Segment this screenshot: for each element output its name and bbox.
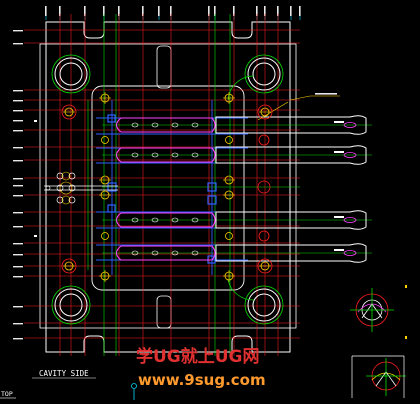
slide-rod-slits — [334, 121, 344, 251]
left-dimension-texts — [13, 30, 23, 340]
runner-cavities — [115, 117, 216, 261]
guide-pin-outer-rings — [51, 54, 284, 325]
guide-pin-icon[interactable] — [54, 57, 281, 322]
cad-drawing-canvas[interactable]: CAVITY SIDE TOP 学UG就上UG网 www.9sug.com — [0, 0, 420, 404]
slide-rods[interactable] — [215, 115, 367, 263]
bottom-marker — [131, 383, 137, 400]
top-label: TOP — [1, 390, 13, 398]
section-detail-corners — [405, 285, 407, 339]
left-bolt-cluster-accents — [59, 171, 73, 205]
runner-gates — [131, 122, 199, 256]
construction-lines — [87, 14, 372, 356]
top-dimension-texts — [45, 6, 301, 16]
left-ejector-bar — [44, 185, 118, 191]
left-bolt-cluster[interactable] — [45, 172, 76, 204]
slide-rod-tips — [343, 122, 357, 256]
corner-arcs — [227, 75, 255, 301]
bottom-dim-lines — [0, 377, 96, 399]
watermark-url: www.9sug.com — [138, 371, 266, 389]
left-tick-marks — [34, 120, 37, 237]
view-label: CAVITY SIDE — [39, 369, 89, 378]
cooling-plugs — [107, 114, 217, 264]
watermark-title: 学UG就上UG网 — [136, 346, 260, 367]
slide-leader-text — [315, 93, 337, 95]
watermark: 学UG就上UG网 www.9sug.com — [136, 346, 266, 389]
section-detail-icon[interactable] — [350, 288, 406, 396]
